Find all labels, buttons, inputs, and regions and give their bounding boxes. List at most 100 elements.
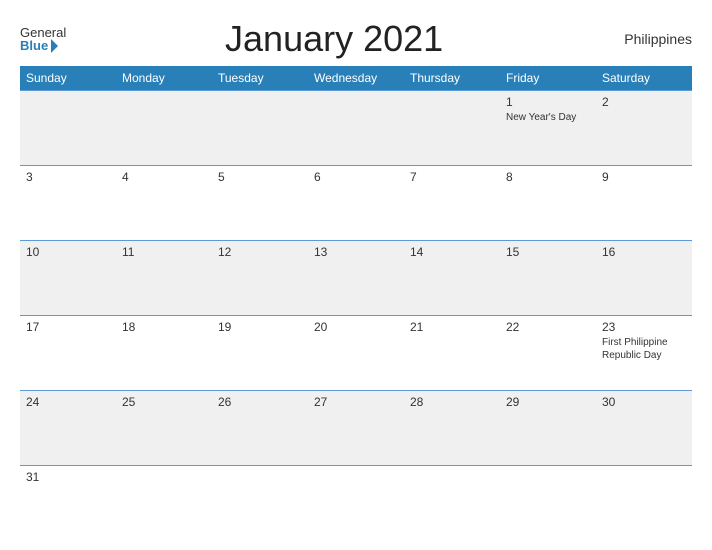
day-number: 30	[602, 395, 686, 409]
day-number: 4	[122, 170, 206, 184]
calendar-day-cell	[308, 465, 404, 540]
calendar-day-cell: 16	[596, 240, 692, 315]
calendar-day-cell: 24	[20, 390, 116, 465]
calendar-day-cell: 5	[212, 165, 308, 240]
calendar-page: General Blue January 2021 Philippines Su…	[0, 0, 712, 550]
calendar-day-cell: 1 New Year's Day	[500, 91, 596, 166]
day-number: 31	[26, 470, 110, 484]
calendar-day-cell: 8	[500, 165, 596, 240]
calendar-day-cell: 26	[212, 390, 308, 465]
header-tuesday: Tuesday	[212, 66, 308, 91]
calendar-day-cell	[500, 465, 596, 540]
calendar-day-cell: 21	[404, 315, 500, 390]
day-number: 20	[314, 320, 398, 334]
calendar-header: General Blue January 2021 Philippines	[20, 18, 692, 60]
holiday-label: New Year's Day	[506, 111, 590, 124]
calendar-day-cell	[308, 91, 404, 166]
day-number: 27	[314, 395, 398, 409]
calendar-day-cell: 13	[308, 240, 404, 315]
day-number: 18	[122, 320, 206, 334]
calendar-week-row: 31	[20, 465, 692, 540]
calendar-week-row: 24 25 26 27 28 29 30	[20, 390, 692, 465]
calendar-day-cell: 18	[116, 315, 212, 390]
day-number: 6	[314, 170, 398, 184]
day-number: 14	[410, 245, 494, 259]
day-number: 7	[410, 170, 494, 184]
calendar-week-row: 17 18 19 20 21 22 23 First Philippine Republic …	[20, 315, 692, 390]
day-number: 5	[218, 170, 302, 184]
header-thursday: Thursday	[404, 66, 500, 91]
calendar-day-cell	[404, 91, 500, 166]
day-number: 9	[602, 170, 686, 184]
calendar-day-cell: 6	[308, 165, 404, 240]
day-number: 2	[602, 95, 686, 109]
holiday-label: First Philippine Republic Day	[602, 336, 686, 362]
calendar-day-cell: 28	[404, 390, 500, 465]
calendar-day-cell: 19	[212, 315, 308, 390]
day-number: 26	[218, 395, 302, 409]
calendar-week-row: 1 New Year's Day 2	[20, 91, 692, 166]
calendar-week-row: 10 11 12 13 14 15 16	[20, 240, 692, 315]
day-number: 17	[26, 320, 110, 334]
calendar-day-cell	[116, 465, 212, 540]
calendar-day-cell: 7	[404, 165, 500, 240]
calendar-day-cell: 17	[20, 315, 116, 390]
calendar-day-cell: 29	[500, 390, 596, 465]
logo-triangle-icon	[51, 39, 58, 53]
header-monday: Monday	[116, 66, 212, 91]
calendar-day-cell: 31	[20, 465, 116, 540]
calendar-day-cell: 25	[116, 390, 212, 465]
calendar-day-cell: 23 First Philippine Republic Day	[596, 315, 692, 390]
calendar-day-cell: 14	[404, 240, 500, 315]
day-number: 11	[122, 245, 206, 259]
logo-general-text: General	[20, 26, 66, 39]
logo-blue-row: Blue	[20, 39, 66, 53]
calendar-body: 1New Year's Day2345678910111213141516171…	[20, 91, 692, 541]
logo: General Blue	[20, 26, 66, 53]
calendar-week-row: 3456789	[20, 165, 692, 240]
day-number: 24	[26, 395, 110, 409]
calendar-day-cell	[20, 91, 116, 166]
calendar-day-cell: 10	[20, 240, 116, 315]
day-number: 12	[218, 245, 302, 259]
day-number: 16	[602, 245, 686, 259]
calendar-day-cell: 4	[116, 165, 212, 240]
header-saturday: Saturday	[596, 66, 692, 91]
header-wednesday: Wednesday	[308, 66, 404, 91]
weekday-header-row: Sunday Monday Tuesday Wednesday Thursday…	[20, 66, 692, 91]
calendar-day-cell	[116, 91, 212, 166]
day-number: 13	[314, 245, 398, 259]
header-friday: Friday	[500, 66, 596, 91]
day-number: 10	[26, 245, 110, 259]
calendar-day-cell: 30	[596, 390, 692, 465]
day-number: 29	[506, 395, 590, 409]
day-number: 23	[602, 320, 686, 334]
calendar-day-cell	[404, 465, 500, 540]
day-number: 19	[218, 320, 302, 334]
calendar-title: January 2021	[66, 18, 602, 60]
day-number: 15	[506, 245, 590, 259]
calendar-table: Sunday Monday Tuesday Wednesday Thursday…	[20, 66, 692, 540]
calendar-day-cell: 22	[500, 315, 596, 390]
calendar-day-cell	[596, 465, 692, 540]
day-number: 3	[26, 170, 110, 184]
calendar-day-cell	[212, 465, 308, 540]
day-number: 8	[506, 170, 590, 184]
calendar-day-cell: 20	[308, 315, 404, 390]
calendar-day-cell: 3	[20, 165, 116, 240]
logo-blue-text: Blue	[20, 39, 48, 52]
day-number: 25	[122, 395, 206, 409]
calendar-day-cell: 15	[500, 240, 596, 315]
country-label: Philippines	[602, 31, 692, 47]
day-number: 22	[506, 320, 590, 334]
calendar-day-cell	[212, 91, 308, 166]
calendar-day-cell: 12	[212, 240, 308, 315]
calendar-day-cell: 2	[596, 91, 692, 166]
day-number: 1	[506, 95, 590, 109]
calendar-day-cell: 9	[596, 165, 692, 240]
header-sunday: Sunday	[20, 66, 116, 91]
day-number: 28	[410, 395, 494, 409]
day-number: 21	[410, 320, 494, 334]
calendar-day-cell: 11	[116, 240, 212, 315]
calendar-day-cell: 27	[308, 390, 404, 465]
